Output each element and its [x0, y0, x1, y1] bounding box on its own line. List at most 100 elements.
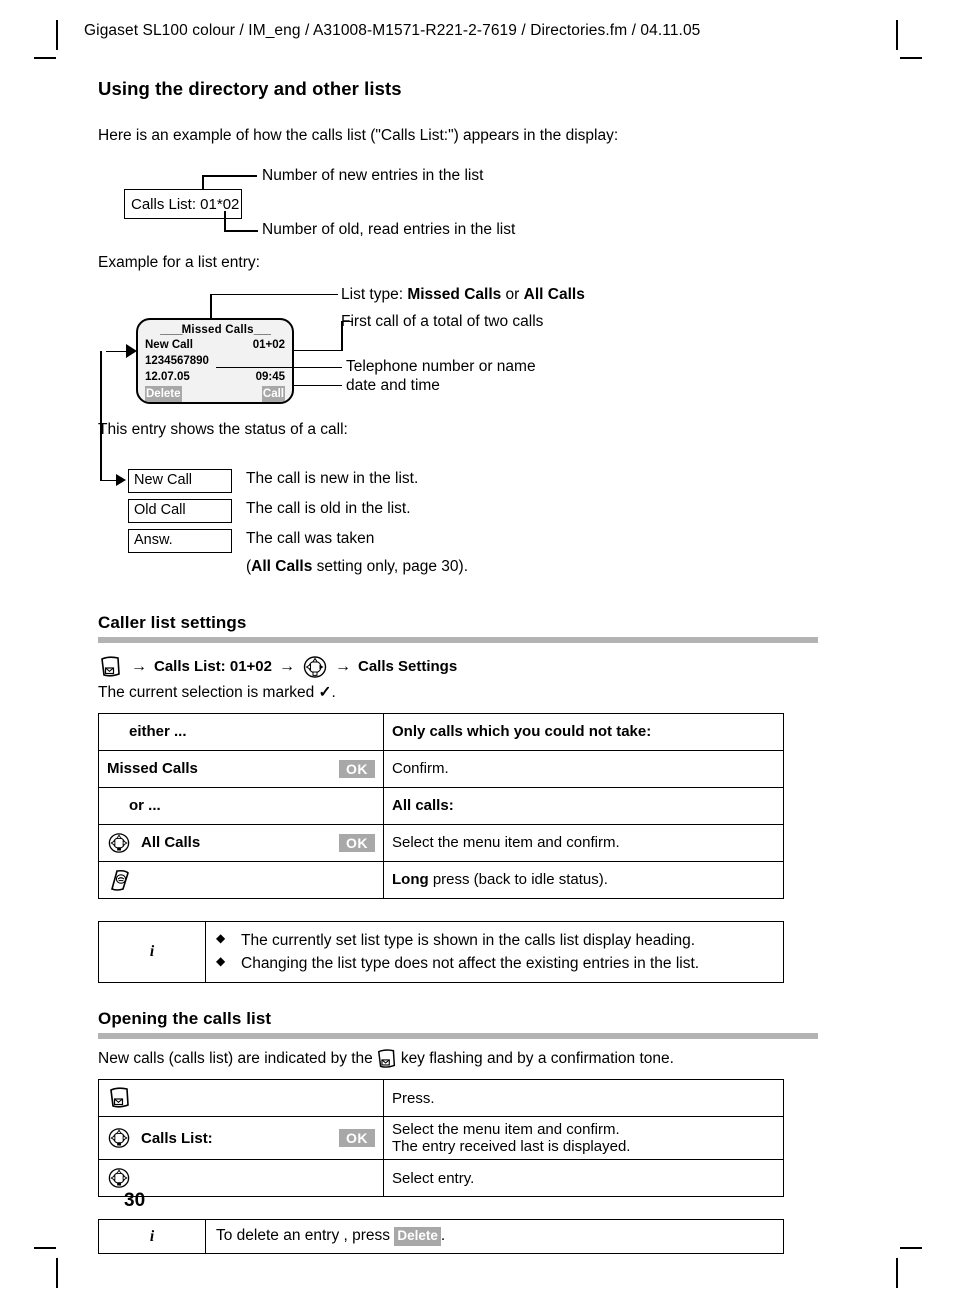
table-row: Long press (back to idle status). [98, 860, 784, 899]
path-step-calls-list[interactable]: Calls List: 01+02 [154, 658, 272, 675]
table-row: either ... Only calls which you could no… [98, 712, 784, 751]
status-desc-new-call: The call is new in the list. [246, 469, 419, 487]
display-date: 12.07.05 [145, 370, 190, 383]
selection-marked-note: The current selection is marked ✓. [98, 683, 818, 704]
status-desc-answered: The call was taken [246, 529, 375, 547]
table-row: i The currently set list type is shown i… [98, 920, 784, 984]
ok-softkey[interactable]: OK [339, 759, 375, 778]
display-datetime-row: 12.07.05 09:45 [145, 369, 285, 385]
annotation-list-type-missed: Missed Calls [407, 285, 502, 303]
crop-mark-bottom-left-vertical [56, 1258, 58, 1288]
display-title-underline-left: ____ [160, 323, 183, 336]
softkey-delete[interactable]: Delete [145, 385, 182, 402]
label-calls-list[interactable]: Calls List: [141, 1130, 213, 1147]
info-content: To delete an entry , press Delete. [205, 1219, 784, 1255]
selection-marked-text: The current selection is marked [98, 683, 319, 701]
path-arrow-1: → [131, 657, 147, 675]
display-example-diagram: ____Missed Calls___ New Call 01+02 12345… [98, 285, 818, 416]
display-time: 09:45 [255, 370, 285, 383]
running-header: Gigaset SL100 colour / IM_eng / A31008-M… [84, 22, 701, 39]
crop-mark-top-right-vertical [896, 20, 898, 50]
document-page: Gigaset SL100 colour / IM_eng / A31008-M… [0, 0, 954, 1307]
table-row: Press. [98, 1079, 784, 1118]
leader-datetime-horizontal [294, 384, 342, 387]
cell-action [98, 860, 384, 899]
cell-description: All calls: [383, 786, 784, 825]
cell-description: Press. [383, 1079, 784, 1118]
heading-rule-1 [98, 636, 818, 643]
leader-number-horizontal [216, 366, 342, 369]
cell-description: Only calls which you could not take: [383, 712, 784, 751]
table-row: or ... All calls: [98, 786, 784, 825]
cell-description: Select the menu item and confirm. The en… [383, 1116, 784, 1161]
page-title: Using the directory and other lists [98, 78, 402, 99]
nav-key-icon[interactable] [302, 655, 328, 679]
end-call-key-icon[interactable] [107, 868, 133, 892]
check-icon: ✓ [318, 683, 332, 701]
opening-intro: New calls (calls list) are indicated by … [98, 1048, 818, 1070]
selection-marked-period: . [331, 683, 336, 701]
leader-old-horizontal [224, 229, 258, 232]
desc-select-confirm: Select the menu item and confirm. [392, 834, 620, 852]
status-box-new-call: New Call [128, 468, 232, 493]
label-all-calls[interactable]: All Calls [141, 834, 200, 851]
table-row: Missed Calls OK Confirm. [98, 749, 784, 788]
annotation-old-entries: Number of old, read entries in the list [262, 220, 516, 238]
annotation-list-type-all: All Calls [523, 285, 585, 303]
info-box-delete-entry: i To delete an entry , press Delete. [98, 1219, 784, 1255]
cell-action: Missed Calls OK [98, 749, 384, 788]
cell-description: Confirm. [383, 749, 784, 788]
desc-all-calls: All calls: [392, 797, 454, 815]
status-note: (All Calls setting only, page 30). [246, 558, 468, 576]
cell-action: or ... [98, 786, 384, 825]
message-key-icon[interactable] [107, 1086, 133, 1110]
annotation-first-call: First call of a total of two calls [341, 312, 544, 330]
cell-description: Select entry. [383, 1159, 784, 1198]
info-content: The currently set list type is shown in … [205, 920, 784, 984]
crop-mark-bottom-right-vertical [896, 1258, 898, 1288]
annotation-date-and-time: date and time [346, 376, 440, 394]
settings-operation-table: either ... Only calls which you could no… [98, 712, 784, 899]
example-label: Example for a list entry: [98, 253, 260, 271]
path-arrow-3: → [334, 657, 351, 675]
display-softkey-row: Delete Call [145, 385, 285, 402]
opening-intro-a: New calls (calls list) are indicated by … [98, 1049, 373, 1067]
softkey-call[interactable]: Call [261, 385, 285, 402]
list-item: Changing the list type does not affect t… [216, 952, 773, 975]
cell-action: either ... [98, 712, 384, 751]
message-key-icon[interactable] [98, 655, 124, 679]
table-row: i To delete an entry , press Delete. [98, 1219, 784, 1255]
ok-softkey[interactable]: OK [339, 833, 375, 852]
connector-arrow-icon [116, 473, 126, 486]
crop-mark-bottom-left-horizontal [34, 1247, 56, 1249]
crop-mark-bottom-right-horizontal [900, 1247, 922, 1249]
display-title-row: ____Missed Calls___ [145, 323, 285, 337]
status-box-answered: Answ. [128, 528, 232, 553]
annotation-list-type-prefix: List type: [341, 285, 408, 303]
table-row: Select entry. [98, 1159, 784, 1198]
calls-list-diagram: Calls List: 01*02 Number of new entries … [98, 165, 818, 251]
delete-softkey-badge[interactable]: Delete [394, 1227, 441, 1247]
annotation-new-entries: Number of new entries in the list [262, 166, 484, 184]
nav-key-icon[interactable] [107, 1167, 131, 1189]
desc-long-bold: Long [392, 871, 429, 889]
desc-confirm: Confirm. [392, 760, 449, 778]
status-intro: This entry shows the status of a call: [98, 420, 348, 438]
opening-operation-table: Press. Calls List: OK Select the menu it… [98, 1079, 784, 1198]
list-item: The currently set list type is shown in … [216, 929, 773, 952]
ok-softkey[interactable]: OK [339, 1129, 375, 1148]
cell-action: Calls List: OK [98, 1116, 384, 1161]
path-step-calls-settings[interactable]: Calls Settings [358, 658, 457, 675]
leader-new-horizontal [202, 174, 257, 177]
desc-only-missed: Only calls which you could not take: [392, 723, 652, 741]
nav-key-icon[interactable] [107, 1127, 131, 1149]
leader-firstcall-horizontal [294, 349, 342, 352]
heading-rule-2 [98, 1033, 818, 1040]
label-missed-calls[interactable]: Missed Calls [107, 760, 198, 777]
heading-opening-calls-list: Opening the calls list [98, 1009, 272, 1029]
crop-mark-top-right-horizontal [900, 57, 922, 59]
nav-key-icon[interactable] [107, 832, 131, 854]
status-note-rest: setting only, page 30). [312, 557, 469, 575]
display-call-status: New Call [145, 338, 193, 351]
crop-mark-top-left-vertical [56, 20, 58, 50]
